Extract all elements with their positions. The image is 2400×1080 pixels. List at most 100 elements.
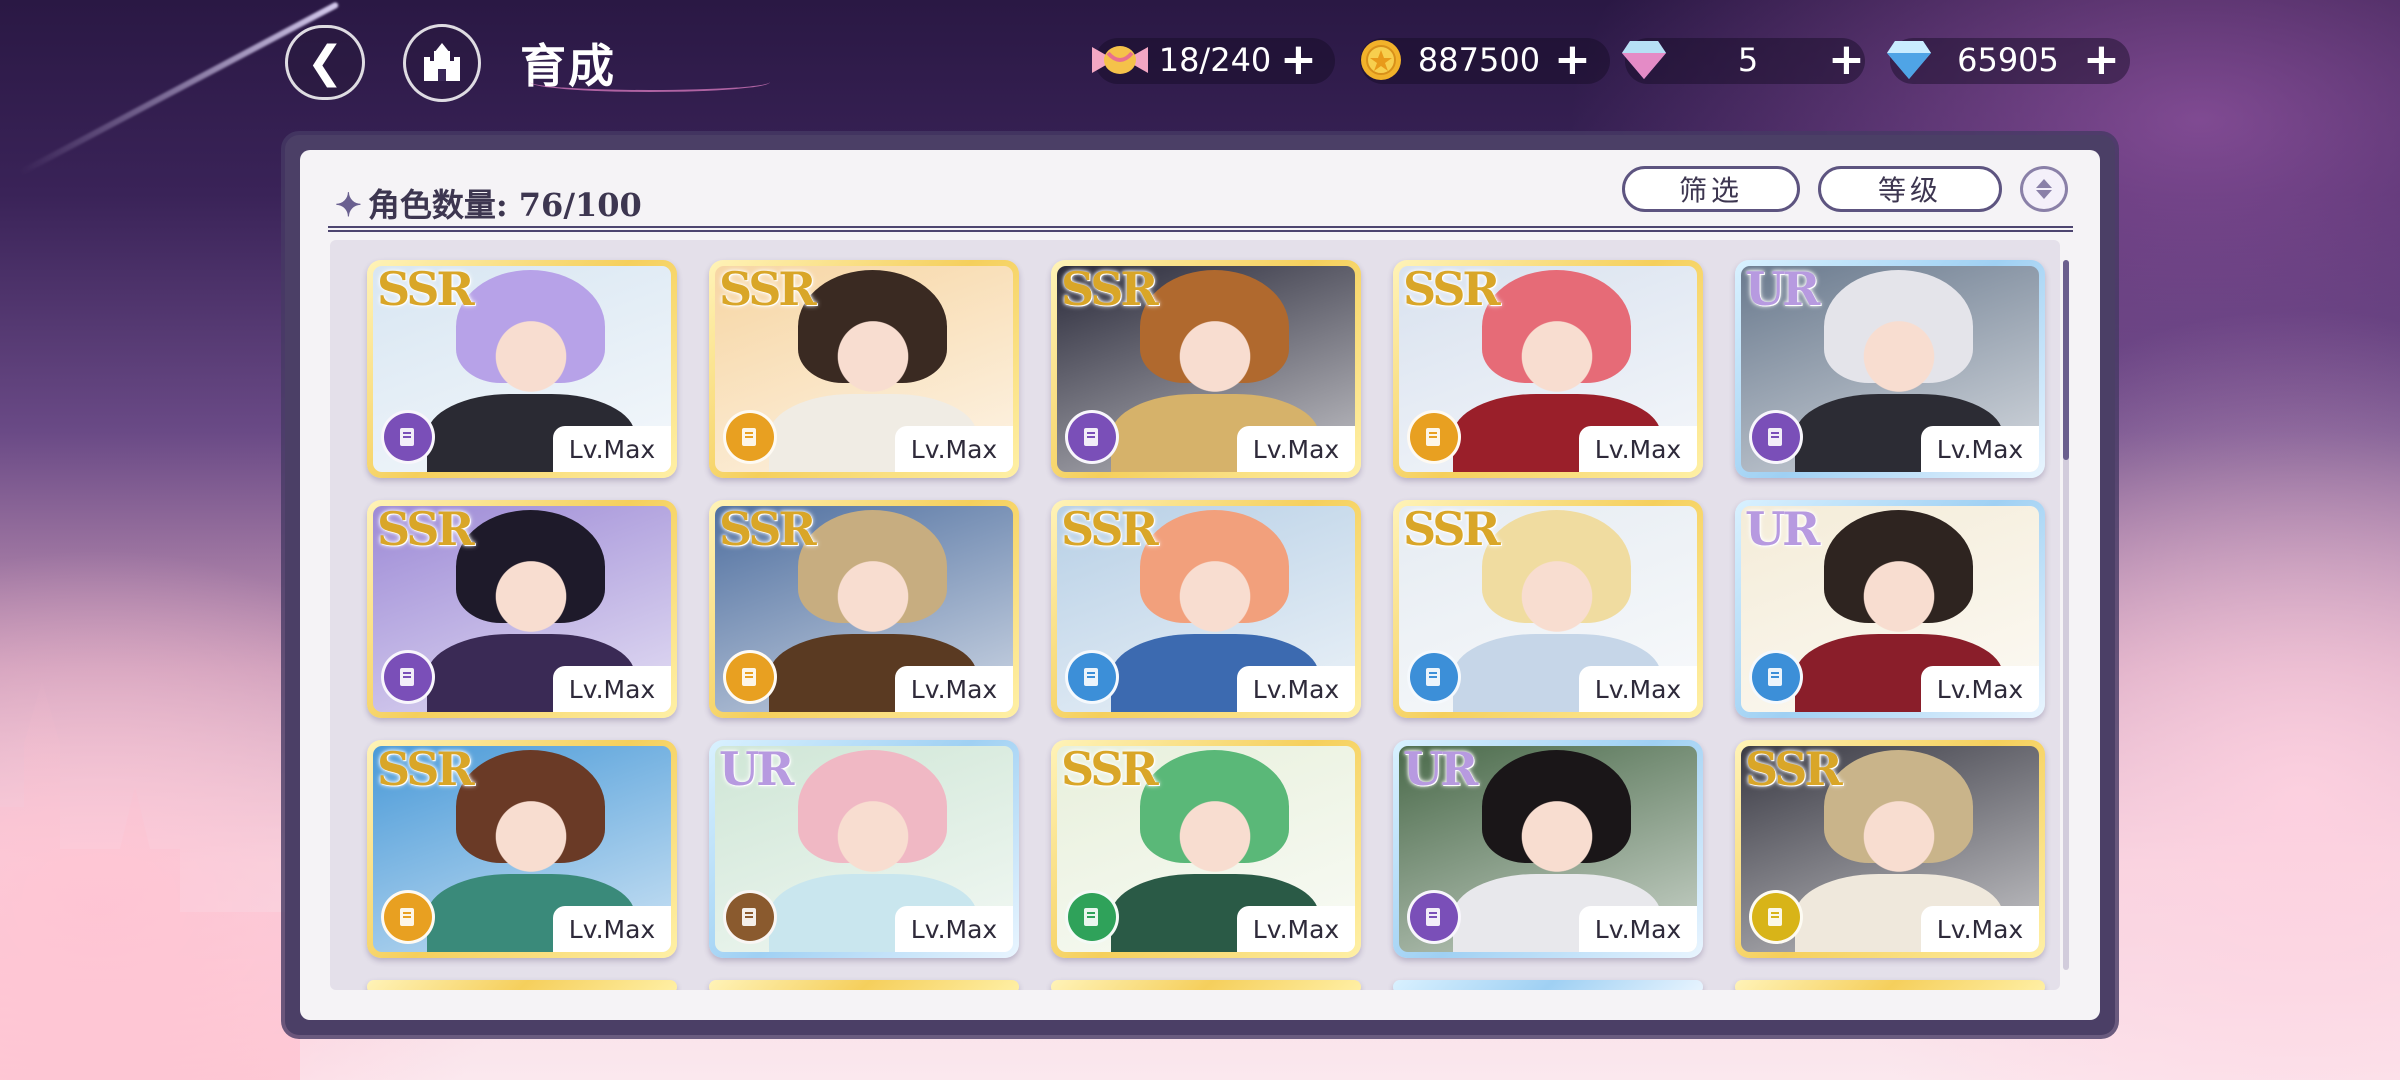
portrait-face: [822, 290, 924, 411]
level-label: Lv.Max: [1921, 426, 2039, 472]
role-icon: [1749, 410, 1803, 464]
character-card[interactable]: SSR Lv.Max: [709, 260, 1019, 478]
panel-header: ✦ 角色数量: 76/100 筛选 等级: [300, 150, 2100, 232]
rarity-badge: SSR: [1403, 506, 1501, 556]
portrait-face: [480, 770, 582, 891]
sort-level-button[interactable]: 等级: [1818, 166, 2002, 212]
character-portrait: SSR Lv.Max: [715, 266, 1013, 472]
character-card[interactable]: UR Lv.Max: [1735, 500, 2045, 718]
level-label: Lv.Max: [1579, 906, 1697, 952]
level-label: Lv.Max: [895, 426, 1013, 472]
character-portrait: SSR Lv.Max: [1741, 746, 2039, 952]
blue-diamond-value: 65905: [1957, 41, 2059, 79]
rarity-badge: SSR: [1061, 266, 1159, 316]
role-icon: [1749, 650, 1803, 704]
character-portrait: SSR Lv.Max: [715, 506, 1013, 712]
portrait-face: [1164, 770, 1266, 891]
candy-add-button[interactable]: +: [1280, 38, 1317, 82]
rarity-badge: SSR: [377, 746, 475, 796]
candy-counter: 18/240 +: [1090, 32, 1317, 88]
character-card[interactable]: UR Lv.Max: [1735, 260, 2045, 478]
character-card[interactable]: UR Lv.Max: [709, 740, 1019, 958]
sort-order-toggle[interactable]: [2020, 166, 2068, 212]
character-card[interactable]: SSR Lv.Max: [1051, 740, 1361, 958]
scrollbar-thumb[interactable]: [2063, 260, 2069, 460]
pink-diamond-add-button[interactable]: +: [1828, 38, 1865, 82]
character-portrait: SSR Lv.Max: [1399, 506, 1697, 712]
character-card[interactable]: SSR Lv.Max: [709, 500, 1019, 718]
character-card[interactable]: SSR Lv.Max: [1393, 260, 1703, 478]
sparkle-icon: ✦: [335, 186, 362, 224]
role-icon: [381, 890, 435, 944]
character-portrait: SSR Lv.Max: [373, 266, 671, 472]
filter-button[interactable]: 筛选: [1622, 166, 1800, 212]
back-arrow-icon: ❮: [306, 37, 344, 88]
character-portrait: SSR Lv.Max: [373, 506, 671, 712]
character-panel: ✦ 角色数量: 76/100 筛选 等级 SSR Lv.Max SSR Lv.Max SS…: [300, 150, 2100, 1020]
level-label: Lv.Max: [553, 426, 671, 472]
level-label: Lv.Max: [553, 906, 671, 952]
character-card-partial[interactable]: [1735, 980, 2045, 990]
top-bar: ❮ 育成 18/240 + 887500 + 5 + 65905 +: [0, 0, 2400, 130]
role-icon: [1407, 410, 1461, 464]
role-icon: [1407, 650, 1461, 704]
portrait-face: [1506, 770, 1608, 891]
role-icon: [1065, 410, 1119, 464]
candy-value: 18/240: [1158, 41, 1272, 79]
back-button[interactable]: ❮: [285, 25, 365, 100]
portrait-face: [1164, 530, 1266, 651]
level-label: Lv.Max: [1237, 666, 1355, 712]
character-count-label: 角色数量:: [367, 186, 508, 224]
pink-diamond-icon: [1622, 41, 1666, 79]
role-icon: [1065, 890, 1119, 944]
character-card[interactable]: SSR Lv.Max: [367, 740, 677, 958]
character-card[interactable]: SSR Lv.Max: [1051, 500, 1361, 718]
character-count: ✦ 角色数量: 76/100: [335, 180, 642, 226]
character-card[interactable]: SSR Lv.Max: [367, 260, 677, 478]
character-grid[interactable]: SSR Lv.Max SSR Lv.Max SSR Lv.Max SSR Lv.Max UR Lv…: [330, 240, 2060, 990]
character-card[interactable]: SSR Lv.Max: [1393, 500, 1703, 718]
character-card[interactable]: SSR Lv.Max: [1735, 740, 2045, 958]
portrait-face: [1506, 290, 1608, 411]
sort-down-icon: [2036, 190, 2052, 199]
character-portrait: UR Lv.Max: [715, 746, 1013, 952]
portrait-face: [480, 530, 582, 651]
character-card[interactable]: SSR Lv.Max: [367, 500, 677, 718]
sort-up-icon: [2036, 179, 2052, 188]
character-portrait: SSR Lv.Max: [1399, 266, 1697, 472]
rarity-badge: UR: [1745, 506, 1820, 556]
level-label: Lv.Max: [1921, 666, 2039, 712]
character-portrait: UR Lv.Max: [1741, 506, 2039, 712]
character-card[interactable]: SSR Lv.Max: [1051, 260, 1361, 478]
pink-diamond-value: 5: [1737, 41, 1759, 79]
character-card-partial[interactable]: [709, 980, 1019, 990]
background-castle: [0, 681, 300, 1080]
blue-diamond-icon: [1887, 41, 1931, 79]
role-icon: [1065, 650, 1119, 704]
character-card-partial[interactable]: [367, 980, 677, 990]
home-button[interactable]: [403, 24, 481, 102]
character-portrait: SSR Lv.Max: [1057, 266, 1355, 472]
coin-icon: [1361, 40, 1401, 80]
rarity-badge: SSR: [377, 506, 475, 556]
castle-icon: [424, 43, 460, 81]
coin-add-button[interactable]: +: [1554, 38, 1591, 82]
portrait-face: [822, 530, 924, 651]
role-icon: [381, 650, 435, 704]
character-card-partial[interactable]: [1393, 980, 1703, 990]
role-icon: [1407, 890, 1461, 944]
character-card-partial[interactable]: [1051, 980, 1361, 990]
level-label: Lv.Max: [895, 906, 1013, 952]
rarity-badge: SSR: [377, 266, 475, 316]
level-label: Lv.Max: [1237, 906, 1355, 952]
portrait-face: [1848, 770, 1950, 891]
coin-counter: 887500 +: [1358, 32, 1591, 88]
character-card[interactable]: UR Lv.Max: [1393, 740, 1703, 958]
blue-diamond-add-button[interactable]: +: [2083, 38, 2120, 82]
rarity-badge: UR: [1403, 746, 1478, 796]
level-label: Lv.Max: [895, 666, 1013, 712]
portrait-face: [480, 290, 582, 411]
role-icon: [723, 410, 777, 464]
role-icon: [723, 890, 777, 944]
level-label: Lv.Max: [1237, 426, 1355, 472]
